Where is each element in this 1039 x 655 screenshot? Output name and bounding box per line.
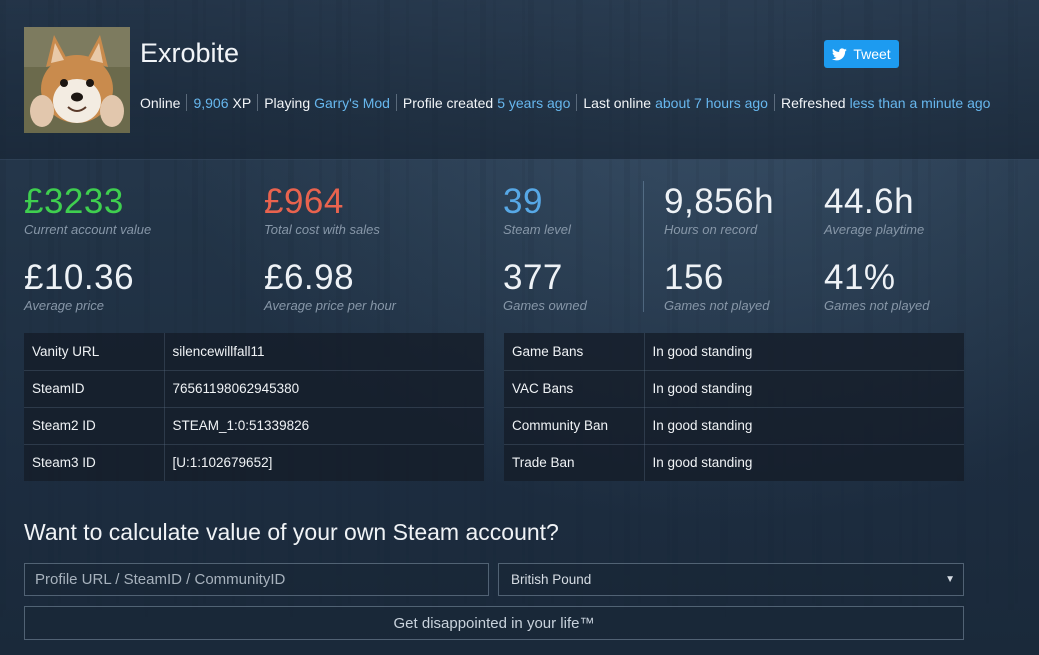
stat-games-not-played-pct-caption: Games not played xyxy=(824,298,930,313)
last-online-label: Last online xyxy=(583,94,652,111)
profile-search-input[interactable] xyxy=(24,563,489,596)
game-bans-key: Game Bans xyxy=(504,333,645,371)
stat-steam-level: 39 Steam level xyxy=(503,182,571,238)
profile-ids-table: Vanity URL silencewillfall11 SteamID 765… xyxy=(24,333,484,481)
refreshed-segment: Refreshed less than a minute ago xyxy=(773,94,996,111)
trade-ban-value: In good standing xyxy=(652,455,753,471)
online-status: Online xyxy=(140,94,186,111)
stat-average-playtime-caption: Average playtime xyxy=(824,222,925,237)
table-row: Steam2 ID STEAM_1:0:51339826 xyxy=(24,407,484,445)
table-row: Game Bans In good standing xyxy=(504,333,964,371)
steamid-value[interactable]: 76561198062945380 xyxy=(164,370,484,408)
stat-average-price-per-hour: £6.98 Average price per hour xyxy=(264,258,397,314)
created-segment: Profile created 5 years ago xyxy=(395,94,576,111)
bans-table: Game Bans In good standing VAC Bans In g… xyxy=(504,333,964,481)
table-row: VAC Bans In good standing xyxy=(504,370,964,408)
steam3-id-key: Steam3 ID xyxy=(24,444,165,481)
vanity-url-key: Vanity URL xyxy=(24,333,165,371)
stat-games-not-played-count: 156 Games not played xyxy=(664,258,770,314)
tweet-button[interactable]: Tweet xyxy=(824,40,899,68)
playing-label: Playing xyxy=(264,94,311,111)
stat-total-cost-caption: Total cost with sales xyxy=(264,222,380,237)
avatar[interactable] xyxy=(24,27,130,133)
calculate-button[interactable]: Get disappointed in your life™ xyxy=(24,606,964,640)
stat-average-price-per-hour-caption: Average price per hour xyxy=(264,298,397,313)
twitter-bird-icon xyxy=(832,47,848,60)
stats-divider xyxy=(643,181,644,312)
table-row: SteamID 76561198062945380 xyxy=(24,370,484,408)
playing-game-link[interactable]: Garry's Mod xyxy=(314,95,390,111)
profile-status-bar: Online 9,906 XP Playing Garry's Mod Prof… xyxy=(140,94,996,111)
community-ban-key: Community Ban xyxy=(504,407,645,445)
username: Exrobite xyxy=(140,38,240,68)
stat-hours-on-record: 9,856h Hours on record xyxy=(664,182,775,238)
stat-total-cost: £964 Total cost with sales xyxy=(264,182,380,238)
steam2-id-key: Steam2 ID xyxy=(24,407,165,445)
dog-avatar-image xyxy=(24,27,130,133)
created-label: Profile created xyxy=(402,94,494,111)
vanity-url-value[interactable]: silencewillfall11 xyxy=(164,333,484,371)
table-row: Community Ban In good standing xyxy=(504,407,964,445)
stat-average-playtime-number: 44.6h xyxy=(824,182,915,221)
stat-average-playtime: 44.6h Average playtime xyxy=(824,182,925,238)
stat-account-value-caption: Current account value xyxy=(24,222,152,237)
stat-average-price-number: £10.36 xyxy=(24,258,135,297)
calculator-title: Want to calculate value of your own Stea… xyxy=(24,519,559,545)
stat-average-price-per-hour-number: £6.98 xyxy=(264,258,355,297)
stat-account-value-number: £3233 xyxy=(24,182,124,221)
stat-steam-level-caption: Steam level xyxy=(503,222,571,237)
table-row: Trade Ban In good standing xyxy=(504,444,964,481)
last-online-value: about 7 hours ago xyxy=(655,94,768,111)
trade-ban-key: Trade Ban xyxy=(504,444,645,481)
vac-bans-value: In good standing xyxy=(644,370,964,408)
currency-select[interactable]: British Pound ▼ xyxy=(498,563,964,596)
vac-bans-key: VAC Bans xyxy=(504,370,645,408)
steam2-id-value[interactable]: STEAM_1:0:51339826 xyxy=(164,407,484,445)
stat-games-not-played-count-caption: Games not played xyxy=(664,298,770,313)
last-online-segment: Last online about 7 hours ago xyxy=(576,94,774,111)
stat-average-price: £10.36 Average price xyxy=(24,258,135,314)
playing-segment: Playing Garry's Mod xyxy=(257,94,396,111)
game-bans-value: In good standing xyxy=(644,333,964,371)
stat-games-not-played-pct: 41% Games not played xyxy=(824,258,930,314)
profile-header: Exrobite Online 9,906 XP Playing Garry's… xyxy=(0,0,1039,160)
refreshed-label: Refreshed xyxy=(780,94,846,111)
chevron-down-icon: ▼ xyxy=(945,574,955,585)
stat-games-not-played-count-number: 156 xyxy=(664,258,724,297)
stat-games-owned-number: 377 xyxy=(503,258,563,297)
xp-label: XP xyxy=(232,94,252,111)
table-row: Steam3 ID [U:1:102679652] xyxy=(24,444,484,481)
stat-hours-on-record-number: 9,856h xyxy=(664,182,775,221)
xp-segment: 9,906 XP xyxy=(186,94,257,111)
steamid-key: SteamID xyxy=(24,370,165,408)
currency-select-value: British Pound xyxy=(511,572,592,587)
stat-steam-level-number: 39 xyxy=(503,182,543,221)
xp-value[interactable]: 9,906 xyxy=(193,95,228,111)
stat-games-not-played-pct-number: 41% xyxy=(824,258,896,297)
stat-games-owned: 377 Games owned xyxy=(503,258,587,314)
stat-hours-on-record-caption: Hours on record xyxy=(664,222,758,237)
refreshed-value: less than a minute ago xyxy=(849,94,991,111)
created-value: 5 years ago xyxy=(497,94,571,111)
stat-total-cost-number: £964 xyxy=(264,182,344,221)
stat-account-value: £3233 Current account value xyxy=(24,182,152,238)
tweet-button-label: Tweet xyxy=(853,46,891,62)
stat-average-price-caption: Average price xyxy=(24,298,104,313)
online-status-label: Online xyxy=(140,94,181,111)
community-ban-value: In good standing xyxy=(644,407,964,445)
steam3-id-value[interactable]: [U:1:102679652] xyxy=(164,444,484,481)
stat-games-owned-caption: Games owned xyxy=(503,298,587,313)
table-row: Vanity URL silencewillfall11 xyxy=(24,333,484,371)
